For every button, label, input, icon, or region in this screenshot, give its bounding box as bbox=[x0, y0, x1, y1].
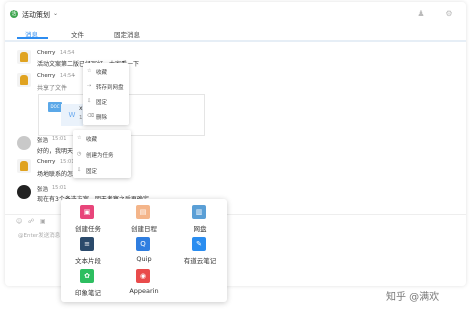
forward-icon: ⇢ bbox=[87, 83, 92, 89]
chat-header: 活 活动策划 ⌄ ♟ ⚙ bbox=[5, 2, 466, 27]
image-icon[interactable]: ▣ bbox=[40, 218, 46, 225]
message-text: 好的，我明天 bbox=[37, 148, 74, 155]
sender-name: Cherry bbox=[37, 73, 56, 79]
active-tab-indicator bbox=[17, 37, 48, 39]
menu-item-delete[interactable]: ⌫ 删除 bbox=[83, 109, 129, 123]
group-title[interactable]: 活动策划 bbox=[22, 10, 50, 20]
app-label: 印象笔记 bbox=[75, 289, 101, 297]
tab-bar: 消息 文件 固定消息 bbox=[5, 26, 466, 40]
pin-icon: ⇩ bbox=[77, 167, 82, 173]
avatar[interactable] bbox=[17, 73, 31, 87]
menu-item-label: 收藏 bbox=[96, 70, 108, 76]
app-label: Appearin bbox=[129, 287, 159, 295]
group-avatar-icon: 活 bbox=[10, 10, 18, 18]
app-create-task[interactable]: ▣ 创建任务 bbox=[61, 205, 115, 237]
chevron-down-icon[interactable]: ⌄ bbox=[72, 72, 76, 78]
youdao-note-icon: ✎ bbox=[192, 237, 206, 251]
message-input[interactable]: @Enter发送消息 bbox=[18, 231, 60, 239]
menu-item-favorite[interactable]: ☆ 收藏 bbox=[73, 131, 131, 145]
app-youdao-note[interactable]: ✎ 有道云笔记 bbox=[173, 237, 227, 269]
message-time: 14:54 bbox=[60, 50, 75, 56]
watermark: 知乎 @满欢 bbox=[386, 292, 440, 303]
app-label: 网盘 bbox=[193, 225, 207, 233]
avatar[interactable] bbox=[17, 185, 31, 199]
evernote-icon: ✿ bbox=[80, 269, 94, 283]
chevron-down-icon[interactable]: ⌄ bbox=[53, 10, 58, 17]
attach-icon[interactable]: ☍ bbox=[28, 218, 34, 225]
apps-panel: ▣ 创建任务 ▤ 创建日程 ▥ 网盘 ≡ 文本片段 Q Quip ✎ 有道云笔记… bbox=[61, 199, 227, 302]
snippet-icon: ≡ bbox=[80, 237, 94, 251]
emoji-icon[interactable]: ☺ bbox=[16, 218, 22, 225]
app-drive[interactable]: ▥ 网盘 bbox=[173, 205, 227, 237]
appearin-icon: ◉ bbox=[136, 269, 150, 283]
pin-icon: ⇩ bbox=[87, 98, 92, 104]
menu-item-create-task[interactable]: ◷ 创建为任务 bbox=[73, 147, 131, 161]
quip-icon: Q bbox=[136, 237, 150, 251]
avatar[interactable] bbox=[17, 159, 31, 173]
message-time: 15:01 bbox=[52, 136, 67, 142]
star-icon: ☆ bbox=[77, 135, 82, 141]
message-list[interactable]: Cherry 14:54 活动文案第二版已经写好，大家看一下 Cherry 14… bbox=[5, 42, 466, 214]
menu-item-label: 收藏 bbox=[86, 137, 98, 143]
message-text: 共享了文件 bbox=[37, 85, 68, 92]
message-context-menu: ☆ 收藏 ◷ 创建为任务 ⇩ 固定 bbox=[73, 130, 131, 178]
menu-item-pin[interactable]: ⇩ 固定 bbox=[83, 94, 129, 108]
sender-name: 张浩 bbox=[37, 138, 49, 144]
menu-item-label: 创建为任务 bbox=[86, 153, 114, 159]
task-icon: ▣ bbox=[80, 205, 94, 219]
app-text-snippet[interactable]: ≡ 文本片段 bbox=[61, 237, 115, 269]
app-appearin[interactable]: ◉ Appearin bbox=[117, 269, 171, 301]
sender-name: Cherry bbox=[37, 159, 56, 165]
menu-item-label: 固定 bbox=[86, 169, 98, 175]
app-label: 创建日程 bbox=[131, 225, 157, 233]
app-create-schedule[interactable]: ▤ 创建日程 bbox=[117, 205, 171, 237]
sender-name: 张浩 bbox=[37, 187, 49, 193]
menu-item-favorite[interactable]: ☆ 收藏 bbox=[83, 64, 129, 78]
calendar-icon: ▤ bbox=[136, 205, 150, 219]
app-quip[interactable]: Q Quip bbox=[117, 237, 171, 269]
menu-item-save-to-drive[interactable]: ⇢ 转存到网盘 bbox=[83, 79, 129, 93]
avatar[interactable] bbox=[17, 136, 31, 150]
app-label: 文本片段 bbox=[75, 257, 101, 265]
message-time: 15:01 bbox=[52, 185, 67, 191]
app-label: 创建任务 bbox=[75, 225, 101, 233]
gear-icon[interactable]: ⚙ bbox=[444, 9, 454, 19]
app-label: 有道云笔记 bbox=[183, 257, 217, 265]
menu-item-label: 转存到网盘 bbox=[96, 85, 124, 91]
file-context-menu: ☆ 收藏 ⇢ 转存到网盘 ⇩ 固定 ⌫ 删除 bbox=[83, 63, 129, 125]
app-evernote[interactable]: ✿ 印象笔记 bbox=[61, 269, 115, 301]
menu-item-label: 固定 bbox=[96, 100, 108, 106]
sender-name: Cherry bbox=[37, 50, 56, 56]
task-icon: ◷ bbox=[77, 151, 82, 157]
avatar[interactable] bbox=[17, 50, 31, 64]
folder-icon: ▥ bbox=[192, 205, 206, 219]
trash-icon: ⌫ bbox=[87, 113, 95, 119]
menu-item-label: 删除 bbox=[96, 115, 108, 121]
tab-files[interactable]: 文件 bbox=[71, 29, 84, 39]
app-label: Quip bbox=[136, 255, 152, 263]
message-text: 场地联系的怎 bbox=[37, 171, 74, 178]
tab-pinned[interactable]: 固定消息 bbox=[114, 29, 140, 39]
star-icon: ☆ bbox=[87, 68, 92, 74]
person-icon[interactable]: ♟ bbox=[416, 9, 426, 19]
menu-item-pin[interactable]: ⇩ 固定 bbox=[73, 163, 131, 177]
doc-file-icon: DOC bbox=[48, 102, 62, 112]
